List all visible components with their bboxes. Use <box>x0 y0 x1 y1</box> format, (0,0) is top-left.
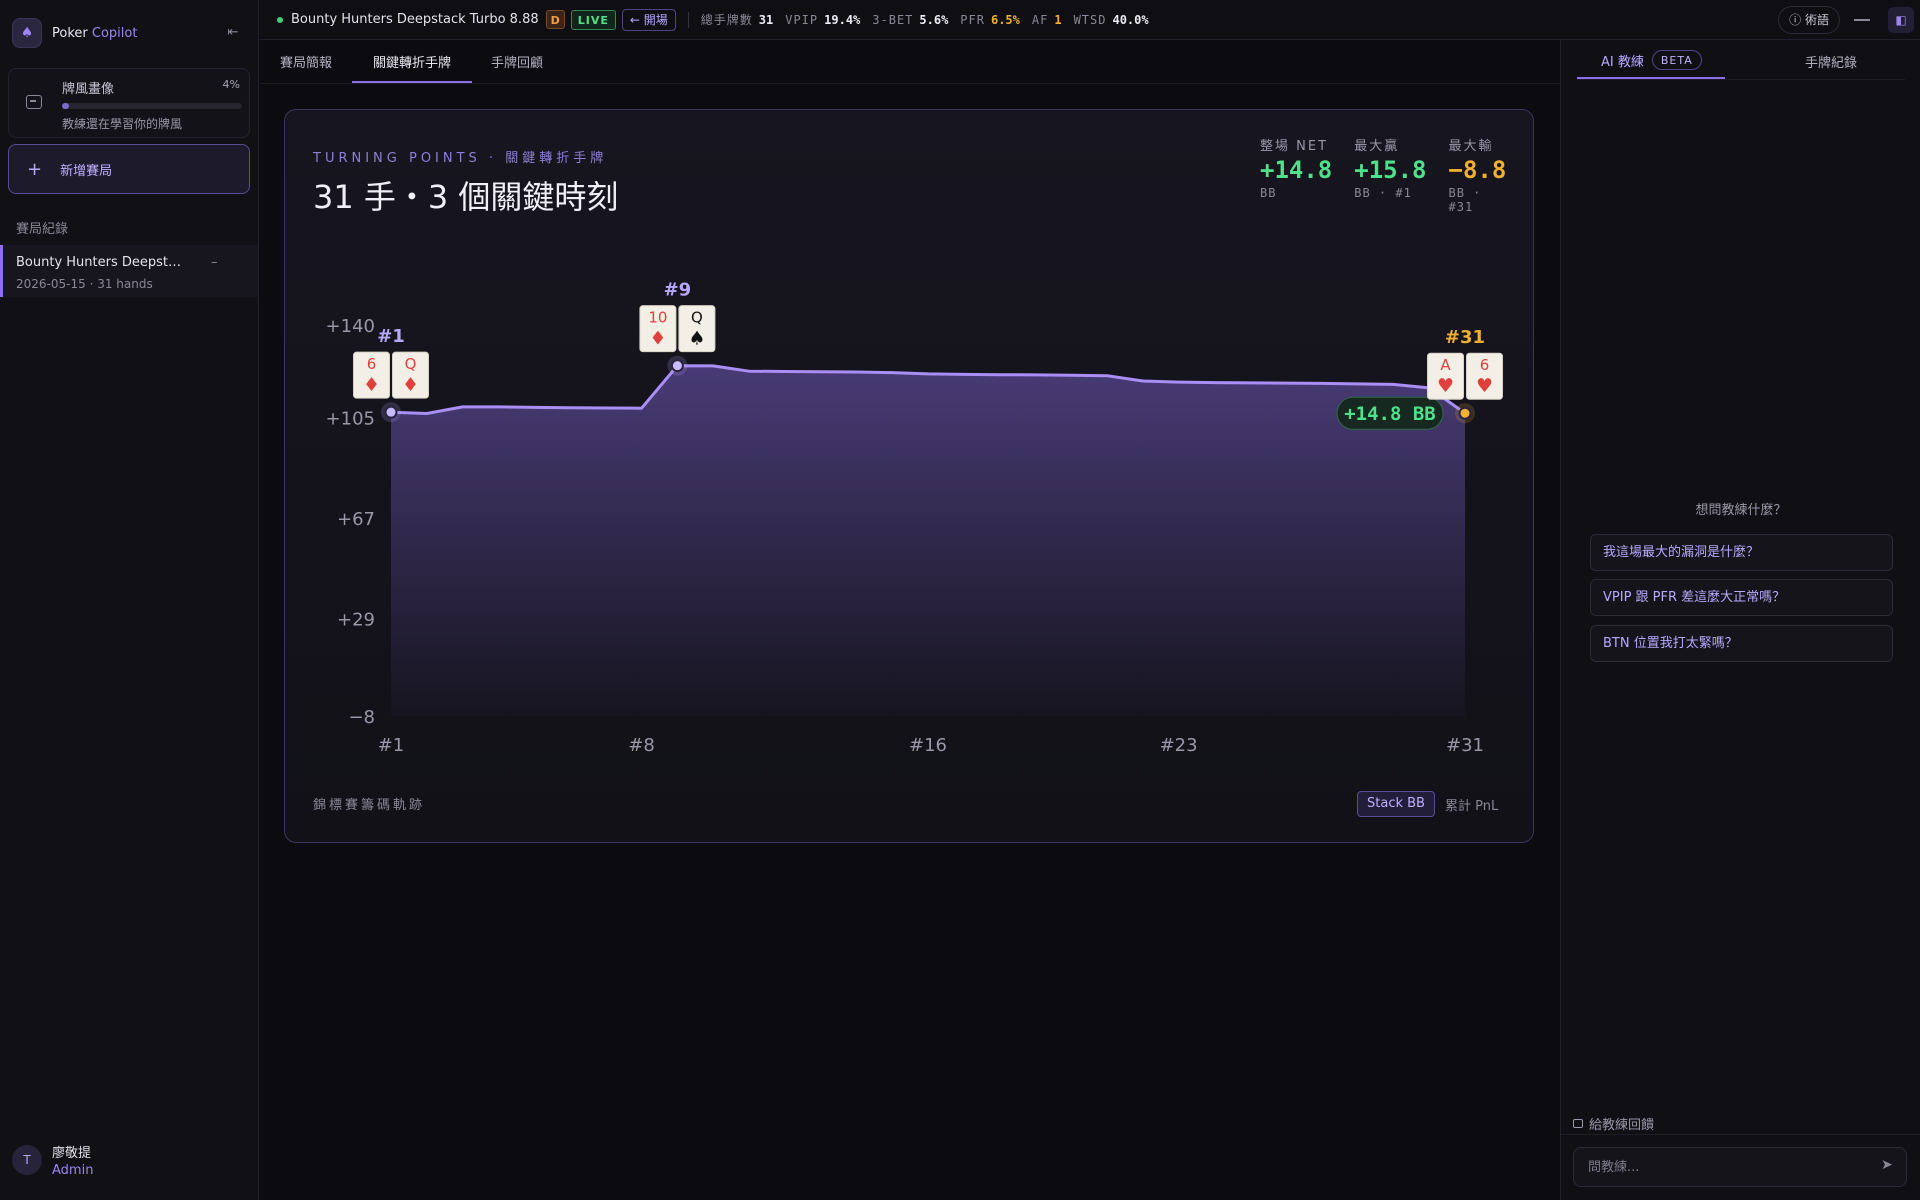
turning-points-card: TURNING POINTS · 關鍵轉折手牌 31 手・3 個關鍵時刻 整場 … <box>284 109 1534 843</box>
card-rank: 6 <box>367 355 377 373</box>
card-suit-icon: ♥ <box>1437 375 1454 397</box>
brand-name: Poker Copilot <box>52 25 138 41</box>
y-tick-label: +140 <box>326 316 375 337</box>
x-tick-label: #1 <box>378 735 405 756</box>
toggle-cumulative-pnl[interactable]: 累計 PnL <box>1445 795 1498 814</box>
divider <box>687 11 689 28</box>
coach-chat-input[interactable] <box>1573 1147 1907 1187</box>
records-title: 賽局紀錄 <box>16 222 69 237</box>
main-tabs: 賽局簡報 關鍵轉折手牌 手牌回顧 <box>260 40 1560 84</box>
brand[interactable]: ♠ Poker Copilot <box>12 18 137 48</box>
send-icon[interactable]: ➤ <box>1881 1157 1893 1173</box>
chart-footer-label: 錦標賽籌碼軌跡 <box>313 798 426 813</box>
live-badge: LIVE <box>570 9 616 30</box>
active-tab-indicator <box>352 81 472 83</box>
y-tick-label: +29 <box>337 609 375 630</box>
ask-coach-title: 想問教練什麼？ <box>1695 503 1787 518</box>
tab-briefing[interactable]: 賽局簡報 <box>280 52 332 71</box>
card-suit-icon: ♥ <box>1476 375 1493 397</box>
marker-label: #9 <box>664 280 692 301</box>
marker-dot <box>1458 406 1472 420</box>
marker-dot <box>384 405 398 419</box>
toggle-panel-icon[interactable]: ◧ <box>1888 7 1914 33</box>
card-rank: Q <box>405 355 417 373</box>
plus-icon: + <box>27 158 43 180</box>
x-tick-label: #16 <box>909 735 947 756</box>
card-rank: Q <box>691 309 703 327</box>
record-remove-icon[interactable]: – <box>211 255 218 270</box>
tab-hand-log[interactable]: 手牌紀錄 <box>1805 52 1857 71</box>
coach-tab-indicator <box>1577 77 1725 79</box>
x-tick-label: #23 <box>1160 735 1198 756</box>
stat-3bet: 3-BET 5.6% <box>872 12 949 27</box>
suggestion-button[interactable]: BTN 位置我打太緊嗎？ <box>1590 625 1893 662</box>
record-item[interactable]: Bounty Hunters Deepstack Turbo 8.88 – 20… <box>0 245 258 297</box>
x-tick-label: #8 <box>628 735 655 756</box>
card-suit-icon: ♦ <box>363 374 380 396</box>
style-profile-card[interactable]: 牌風畫像 4% 教練還在學習你的牌風 <box>8 68 250 138</box>
profile-progress-fill <box>62 103 70 109</box>
card-rank: 10 <box>648 309 667 327</box>
tab-hand-review[interactable]: 手牌回顧 <box>491 52 543 71</box>
sidebar: ♠ Poker Copilot ⇤ 牌風畫像 4% 教練還在學習你的牌風 + 新… <box>0 0 259 1200</box>
y-tick-label: −8 <box>348 707 375 728</box>
dealer-badge: D <box>545 10 565 29</box>
end-value-label: +14.8 BB <box>1344 403 1436 425</box>
spade-logo-icon: ♠ <box>12 18 42 48</box>
suggestion-button[interactable]: 我這場最大的漏洞是什麼？ <box>1590 534 1893 571</box>
panel-footer-divider <box>1561 1134 1920 1135</box>
y-tick-label: +67 <box>337 509 375 530</box>
stat-vpip: VPIP 19.4% <box>785 12 861 27</box>
card-rank: 6 <box>1480 356 1490 374</box>
marker-dot <box>670 359 684 373</box>
suggestion-button[interactable]: VPIP 跟 PFR 差這麼大正常嗎？ <box>1590 579 1893 616</box>
live-status-dot <box>277 16 283 23</box>
profile-card-icon <box>26 95 42 109</box>
minimize-icon[interactable] <box>1854 19 1870 21</box>
tab-ai-coach[interactable]: AI 教練 BETA <box>1601 50 1702 70</box>
series-area <box>391 365 1465 716</box>
card-suit-icon: ♦ <box>402 374 419 396</box>
stat-wtsd: WTSD 40.0% <box>1073 12 1149 27</box>
comment-icon <box>1573 1119 1583 1128</box>
stat-total-hands: 總手牌數 31 <box>700 13 774 27</box>
profile-percent: 4% <box>222 78 240 91</box>
help-icon: ⓘ <box>1789 13 1802 27</box>
record-meta: 2026-05-15 · 31 hands <box>16 277 153 291</box>
session-title: Bounty Hunters Deepstack Turbo 8.88 <box>291 12 539 27</box>
beta-badge: BETA <box>1651 50 1702 70</box>
exit-session-button[interactable]: ← 開場 <box>621 8 676 31</box>
collapse-sidebar-icon[interactable]: ⇤ <box>224 24 242 42</box>
x-tick-label: #31 <box>1446 735 1484 756</box>
stat-af: AF 1 <box>1031 12 1062 27</box>
coach-feedback-link[interactable]: 給教練回饋 <box>1573 1114 1654 1133</box>
stack-chart: +140+105+67+29−8#1 #8 #16 #23 #31+14.8 BB#16… <box>326 280 1503 756</box>
panel-tab-divider <box>1577 79 1905 80</box>
coach-panel: AI 教練 BETA 手牌紀錄 想問教練什麼？ 我這場最大的漏洞是什麼？ VPIP… <box>1560 40 1920 1200</box>
user-role: Admin <box>52 1163 94 1178</box>
new-game-label: 新增賽局 <box>60 163 113 179</box>
tab-turning-points[interactable]: 關鍵轉折手牌 <box>373 52 451 71</box>
user-menu[interactable]: T 廖敬提 Admin <box>12 1142 93 1178</box>
toggle-stack-bb[interactable]: Stack BB <box>1357 791 1435 817</box>
card-suit-icon: ♦ <box>649 328 666 350</box>
card-suit-icon: ♠ <box>688 328 705 350</box>
avatar: T <box>12 1145 42 1175</box>
top-bar: Bounty Hunters Deepstack Turbo 8.88 D LI… <box>260 0 1920 40</box>
profile-progress-bar <box>62 103 242 109</box>
glossary-button[interactable]: ⓘ 術語 <box>1778 6 1840 34</box>
card-rank: A <box>1440 356 1451 374</box>
profile-title: 牌風畫像 <box>62 82 115 97</box>
profile-subtitle: 教練還在學習你的牌風 <box>62 117 183 131</box>
marker-label: #1 <box>377 326 405 347</box>
record-name: Bounty Hunters Deepstack Turbo 8.88 <box>16 255 186 270</box>
stat-pfr: PFR 6.5% <box>960 12 1020 27</box>
new-game-button[interactable]: + 新增賽局 <box>8 144 250 194</box>
y-tick-label: +105 <box>326 408 375 429</box>
marker-label: #31 <box>1445 327 1485 348</box>
user-name: 廖敬提 <box>52 1146 92 1161</box>
